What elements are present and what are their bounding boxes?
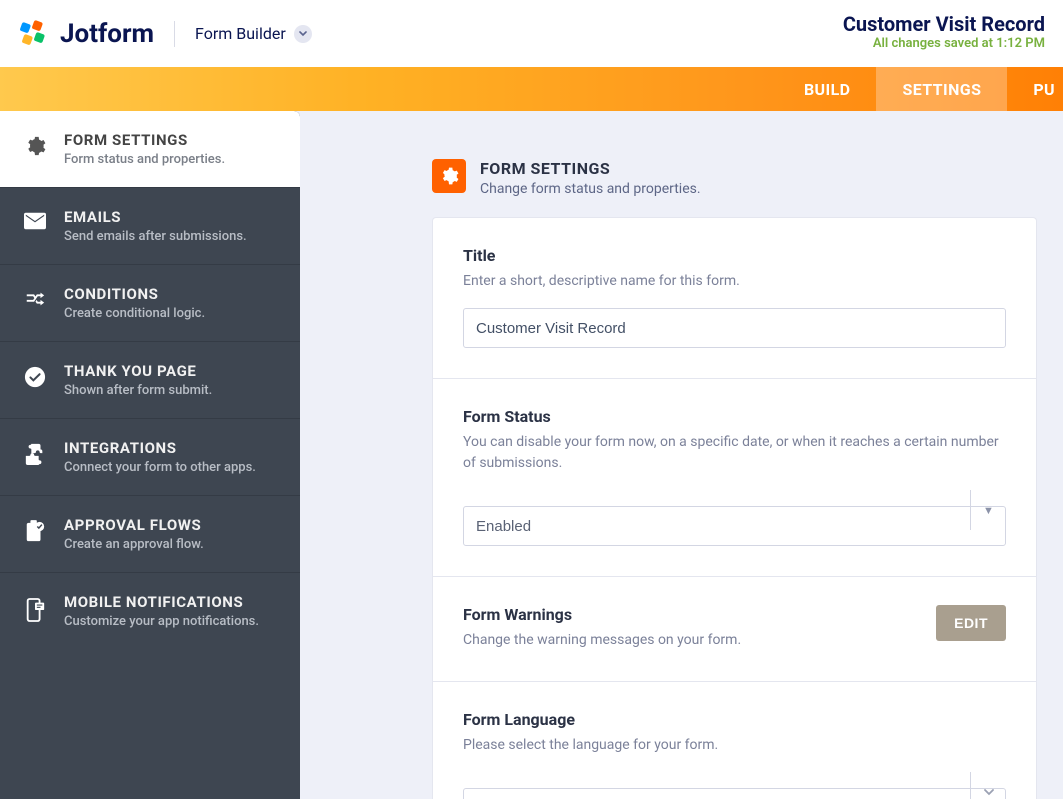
form-status-select[interactable]: ▼ <box>463 490 1006 546</box>
field-description: Change the warning messages on your form… <box>463 630 741 651</box>
caret-down-icon: ▼ <box>970 490 1006 530</box>
sidebar-item-desc: Create conditional logic. <box>64 306 205 321</box>
divider <box>174 21 175 47</box>
sidebar-item-desc: Send emails after submissions. <box>64 229 247 244</box>
page-header: FORM SETTINGS Change form status and pro… <box>432 159 1037 197</box>
field-label: Title <box>463 246 1006 265</box>
sidebar-item-desc: Create an approval flow. <box>64 537 204 552</box>
sidebar-item-approval-flows[interactable]: APPROVAL FLOWS Create an approval flow. <box>0 496 300 573</box>
sidebar-item-mobile-notifications[interactable]: MOBILE NOTIFICATIONS Customize your app … <box>0 573 300 649</box>
mobile-notification-icon <box>22 597 48 623</box>
mail-icon <box>22 212 48 230</box>
field-label: Form Status <box>463 407 1006 426</box>
gear-icon <box>432 159 466 193</box>
form-status-value[interactable] <box>463 506 1006 546</box>
sidebar-item-desc: Shown after form submit. <box>64 383 212 398</box>
sidebar-item-form-settings[interactable]: FORM SETTINGS Form status and properties… <box>0 111 300 188</box>
settings-sidebar: FORM SETTINGS Form status and properties… <box>0 111 300 799</box>
field-description: Please select the language for your form… <box>463 735 1006 756</box>
main-panel: FORM SETTINGS Change form status and pro… <box>300 111 1063 799</box>
tab-build[interactable]: BUILD <box>778 67 877 111</box>
brand-name: Jotform <box>60 19 154 49</box>
sidebar-item-desc: Customize your app notifications. <box>64 614 259 629</box>
sidebar-item-integrations[interactable]: INTEGRATIONS Connect your form to other … <box>0 419 300 496</box>
field-description: Enter a short, descriptive name for this… <box>463 271 1006 292</box>
shuffle-icon <box>22 289 48 309</box>
builder-mode-dropdown[interactable]: Form Builder <box>195 24 312 43</box>
form-name: Customer Visit Record <box>843 12 1045 36</box>
sidebar-item-label: APPROVAL FLOWS <box>64 516 204 534</box>
top-bar: Jotform Form Builder Customer Visit Reco… <box>0 0 1063 67</box>
sidebar-item-label: FORM SETTINGS <box>64 131 225 149</box>
form-status-area: Customer Visit Record All changes saved … <box>843 12 1045 51</box>
sidebar-item-label: EMAILS <box>64 208 247 226</box>
builder-mode-label: Form Builder <box>195 24 286 43</box>
sidebar-item-conditions[interactable]: CONDITIONS Create conditional logic. <box>0 265 300 342</box>
field-label: Form Language <box>463 710 1006 729</box>
card-title: Title Enter a short, descriptive name fo… <box>432 217 1037 378</box>
card-form-language: Form Language Please select the language… <box>432 681 1037 799</box>
form-language-value[interactable] <box>463 788 1006 799</box>
page-subtitle: Change form status and properties. <box>480 181 701 197</box>
main-tabs: BUILD SETTINGS PU <box>0 67 1063 111</box>
card-form-status: Form Status You can disable your form no… <box>432 378 1037 576</box>
clipboard-check-icon <box>22 520 48 544</box>
chevron-down-icon <box>970 772 1006 799</box>
puzzle-icon <box>22 443 48 465</box>
sidebar-item-label: THANK YOU PAGE <box>64 362 212 380</box>
edit-warnings-button[interactable]: EDIT <box>936 605 1006 641</box>
sidebar-item-label: MOBILE NOTIFICATIONS <box>64 593 259 611</box>
sidebar-item-desc: Form status and properties. <box>64 152 225 167</box>
form-title-input[interactable] <box>463 308 1006 348</box>
sidebar-item-label: INTEGRATIONS <box>64 439 256 457</box>
card-form-warnings: Form Warnings Change the warning message… <box>432 576 1037 681</box>
chevron-down-icon <box>294 25 312 43</box>
sidebar-item-label: CONDITIONS <box>64 285 205 303</box>
tab-publish[interactable]: PU <box>1007 67 1063 111</box>
workspace: FORM SETTINGS Form status and properties… <box>0 111 1063 799</box>
page-title: FORM SETTINGS <box>480 159 701 178</box>
tab-settings[interactable]: SETTINGS <box>876 67 1007 111</box>
sidebar-item-emails[interactable]: EMAILS Send emails after submissions. <box>0 188 300 265</box>
check-circle-icon <box>22 366 48 388</box>
sidebar-item-desc: Connect your form to other apps. <box>64 460 256 475</box>
field-label: Form Warnings <box>463 605 741 624</box>
jotform-logo-icon <box>18 19 48 49</box>
save-status: All changes saved at 1:12 PM <box>843 36 1045 51</box>
brand-logo[interactable]: Jotform <box>18 19 154 49</box>
sidebar-item-thank-you-page[interactable]: THANK YOU PAGE Shown after form submit. <box>0 342 300 419</box>
form-language-select[interactable] <box>463 772 1006 799</box>
field-description: You can disable your form now, on a spec… <box>463 432 1006 474</box>
gear-icon <box>22 135 48 157</box>
